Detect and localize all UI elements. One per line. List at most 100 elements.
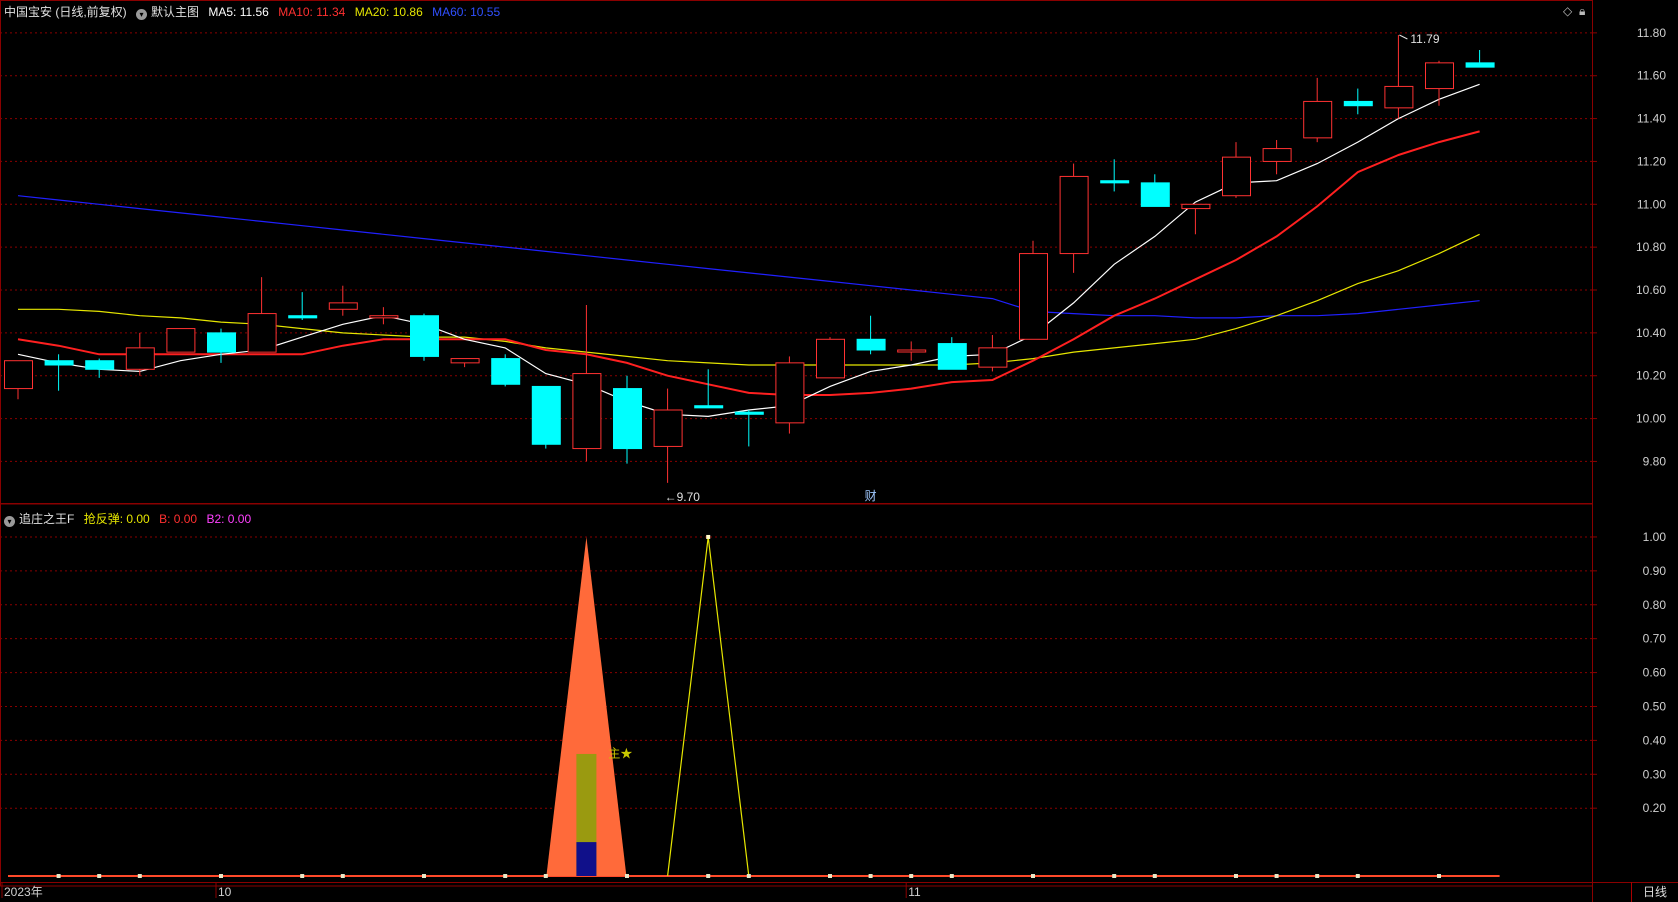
ma10-line bbox=[17, 130, 1480, 396]
date-label: 2023年 bbox=[4, 885, 43, 899]
candle-body-up bbox=[1019, 253, 1048, 340]
candle bbox=[125, 332, 155, 376]
candle bbox=[207, 328, 236, 363]
baseline-marker bbox=[219, 874, 223, 878]
candle bbox=[531, 385, 561, 449]
candle-body-down bbox=[613, 388, 642, 450]
candle-body-up bbox=[1222, 156, 1251, 197]
candle-body-up bbox=[450, 358, 480, 364]
candle bbox=[613, 375, 642, 464]
baseline-marker bbox=[1355, 874, 1360, 878]
date-label: 10 bbox=[218, 885, 232, 899]
candle-body-up bbox=[1303, 100, 1333, 139]
ma60-value: MA60: 10.55 bbox=[432, 5, 501, 19]
indicator-axis-label: 0.50 bbox=[1643, 699, 1667, 713]
candle-body-down bbox=[734, 411, 764, 415]
candle-body-down bbox=[531, 385, 561, 445]
candle bbox=[4, 360, 33, 400]
chevron-down-icon[interactable]: ▾ bbox=[136, 9, 148, 20]
baseline-marker bbox=[422, 874, 426, 878]
baseline-marker bbox=[1112, 874, 1117, 878]
indicator-axis-label: 0.70 bbox=[1643, 632, 1667, 646]
candle-body-down bbox=[1465, 62, 1495, 68]
baseline-marker bbox=[503, 874, 508, 878]
candle-body-up bbox=[816, 338, 845, 379]
candle bbox=[1140, 174, 1170, 207]
price-axis-label: 11.20 bbox=[1637, 154, 1666, 168]
low-price-label: ←9.70 bbox=[665, 490, 701, 504]
baseline-marker bbox=[56, 874, 61, 878]
indicator-legend: ▾ 追庄之王F 抢反弹: 0.00 B: 0.00 B2: 0.00 bbox=[4, 510, 257, 528]
stock-chart[interactable]: 11.80 11.60 11.40 11.20 11.00 10.80 10.60 10.40… bbox=[0, 0, 1678, 902]
candle-body-down bbox=[937, 343, 967, 370]
baseline-marker bbox=[706, 874, 711, 878]
baseline-marker bbox=[625, 874, 629, 878]
baseline-marker bbox=[1234, 874, 1238, 878]
candle bbox=[1059, 163, 1089, 273]
qfd-value: 抢反弹: 0.00 bbox=[83, 512, 150, 526]
stock-title[interactable]: 中国宝安 (日线,前复权) bbox=[4, 5, 127, 19]
candle bbox=[1019, 240, 1048, 340]
high-price-pointer bbox=[1399, 34, 1408, 40]
candle bbox=[1465, 50, 1495, 68]
candle bbox=[1384, 35, 1414, 119]
candle bbox=[410, 313, 439, 361]
price-axis-label: 10.60 bbox=[1636, 283, 1666, 297]
diamond-icon[interactable]: ◇ bbox=[1563, 4, 1572, 18]
candle bbox=[653, 388, 683, 483]
price-axis-label: 11.80 bbox=[1637, 26, 1666, 40]
candle-body-up bbox=[653, 409, 683, 447]
candle bbox=[1303, 77, 1333, 143]
ma10-value: MA10: 11.34 bbox=[278, 5, 346, 19]
price-axis-label: 9.80 bbox=[1643, 454, 1667, 468]
candle bbox=[85, 358, 115, 378]
candle-body-up bbox=[775, 362, 805, 424]
ma60-line bbox=[17, 195, 1480, 319]
ma5-value: MA5: 11.56 bbox=[208, 5, 269, 19]
candle bbox=[1343, 88, 1373, 115]
b-value: B: 0.00 bbox=[159, 512, 198, 526]
template-name[interactable]: 默认主图 bbox=[151, 5, 199, 19]
indicator-axis-label: 0.40 bbox=[1643, 733, 1667, 747]
price-axis-label: 10.80 bbox=[1636, 240, 1666, 254]
candle bbox=[856, 315, 886, 355]
financial-report-marker: 财 bbox=[865, 489, 877, 503]
navy-bar bbox=[576, 842, 597, 876]
candle-body-down bbox=[85, 360, 115, 370]
candle bbox=[450, 358, 480, 368]
indicator-panel-frame bbox=[0, 503, 1593, 887]
baseline-marker bbox=[828, 874, 832, 878]
candle-body-up bbox=[125, 347, 155, 370]
indicator-axis-label: 0.80 bbox=[1643, 598, 1667, 612]
candle bbox=[1100, 159, 1130, 192]
indicator-axis-label: 0.30 bbox=[1643, 767, 1667, 781]
candle-body-down bbox=[856, 338, 886, 351]
candle-body-down bbox=[491, 358, 521, 385]
indicator-axis-label: 0.90 bbox=[1643, 564, 1667, 578]
baseline-marker bbox=[868, 874, 873, 878]
indicator-title[interactable]: 追庄之王F bbox=[19, 512, 74, 526]
candle-body-down bbox=[1140, 182, 1170, 207]
price-axis-label: 10.40 bbox=[1636, 326, 1666, 340]
period-button[interactable]: 日线 bbox=[1631, 882, 1678, 902]
baseline-marker bbox=[97, 874, 102, 878]
lock-icon[interactable]: 🔒︎ bbox=[1579, 4, 1585, 19]
candle bbox=[897, 341, 927, 361]
baseline-marker bbox=[543, 874, 548, 878]
candle-body-up bbox=[166, 328, 196, 353]
candle-body-up bbox=[1059, 175, 1089, 255]
indicator-axis-label: 0.60 bbox=[1643, 666, 1667, 680]
price-axis-label: 10.00 bbox=[1636, 412, 1666, 426]
baseline-marker bbox=[340, 874, 345, 878]
baseline-marker bbox=[949, 874, 954, 878]
date-label: 11 bbox=[908, 885, 921, 899]
candle bbox=[166, 328, 196, 353]
baseline-marker bbox=[1315, 874, 1320, 878]
candle-body-down bbox=[694, 405, 724, 409]
baseline-marker bbox=[1031, 874, 1035, 878]
chevron-down-icon[interactable]: ▾ bbox=[4, 516, 15, 527]
price-axis-label: 11.60 bbox=[1637, 69, 1666, 83]
indicator-axis-label: 0.20 bbox=[1643, 801, 1667, 815]
candle-body-down bbox=[410, 315, 439, 357]
baseline-marker bbox=[746, 874, 751, 878]
